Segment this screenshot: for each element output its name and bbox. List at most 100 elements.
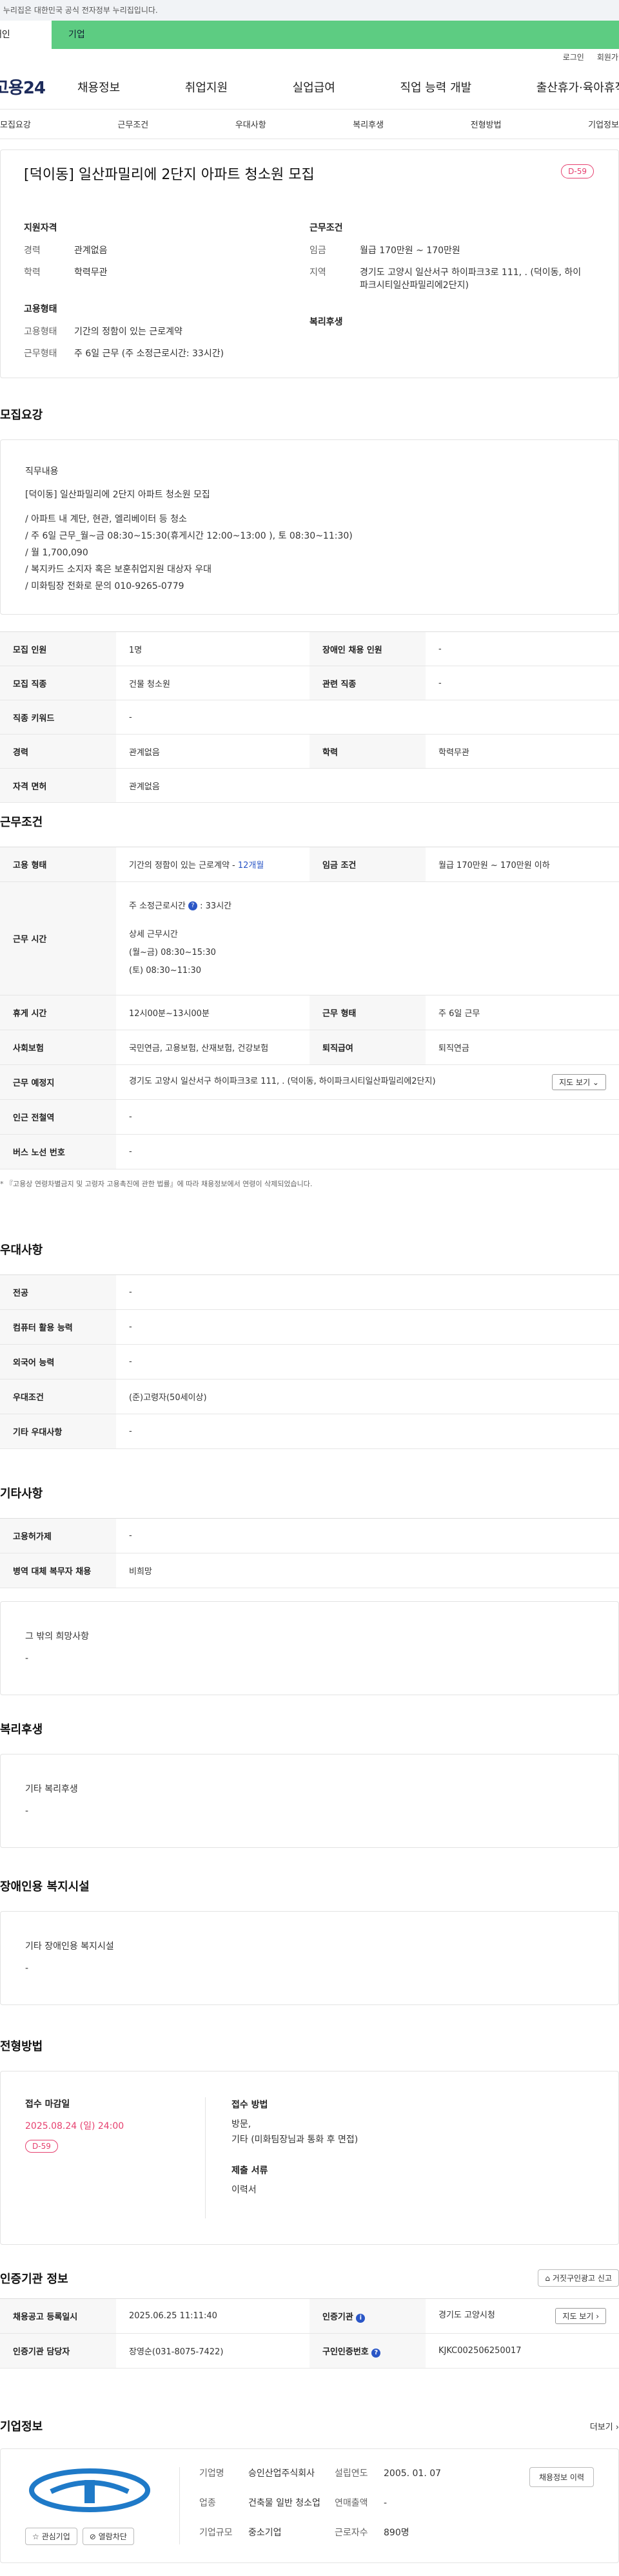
map-view-button[interactable]: 지도 보기 ⌄: [552, 1074, 606, 1090]
company-more-link[interactable]: 더보기 ›: [590, 2420, 619, 2432]
other-preference-value: -: [116, 1414, 619, 1449]
occupation-label: 모집 직종: [0, 666, 116, 700]
register-date-label: 채용공고 등록일시: [0, 2298, 116, 2334]
favorite-company-button[interactable]: ☆ 관심기업: [25, 2528, 77, 2545]
logo[interactable]: 고용24: [0, 75, 58, 99]
deadline-heading: 접수 마감일: [25, 2099, 70, 2110]
job-summary-card: [덕이동] 일산파밀리에 2단지 아파트 청소원 모집 D-59 지원자격 경력…: [0, 149, 619, 378]
preference-condition-label: 우대조건: [0, 1379, 116, 1414]
gnb-item-jobs[interactable]: 채용정보: [77, 79, 120, 95]
selection-box: 접수 마감일 2025.08.24 (일) 24:00 D-59 접수 방법 방…: [0, 2071, 619, 2245]
career-label: 경력: [0, 734, 116, 769]
employment-type-label: 고용 형태: [0, 847, 116, 882]
documents-value: 이력서: [231, 2185, 257, 2195]
table-row: 모집 인원 1명 장애인 채용 인원 -: [0, 631, 619, 666]
weekly-hours-value: 33시간: [205, 901, 232, 911]
region-label: 지역: [310, 267, 326, 278]
global-nav: 고용24 채용정보 취업지원 실업급여 직업 능력 개발 출산휴가·육아휴직: [0, 64, 619, 110]
military-alt-label: 병역 대체 복무자 채용: [0, 1553, 116, 1588]
login-link[interactable]: 로그인: [563, 52, 584, 62]
work-hours-label: 근무 시간: [0, 881, 116, 995]
deadline-value: 2025.08.24 (일) 24:00: [25, 2121, 124, 2131]
preference-condition-value: (준)고령자(50세이상): [116, 1379, 619, 1414]
company-size-value: 중소기업: [248, 2528, 282, 2538]
retirement-label: 퇴직급여: [310, 1030, 426, 1065]
table-row: 인증기관 담당자 장영순(031-8075-7422) 구인인증번호 ? KJK…: [0, 2333, 619, 2369]
tab-company[interactable]: 기업정보: [588, 118, 619, 130]
block-icon: ⊘: [89, 2532, 99, 2541]
job-title: [덕이동] 일산파밀리에 2단지 아파트 청소원 모집: [24, 167, 315, 183]
table-row: 모집 직종 건물 청소원 관련 직종 -: [0, 666, 619, 700]
computer-skill-value: -: [116, 1309, 619, 1345]
rest-time-label: 휴게 시간: [0, 995, 116, 1030]
employment-type-heading: 고용형태: [24, 304, 57, 314]
related-occupation-value: -: [426, 666, 619, 700]
license-label: 자격 면허: [0, 768, 116, 803]
cert-number-label: 구인인증번호 ?: [310, 2333, 426, 2369]
recruit-count-label: 모집 인원: [0, 631, 116, 666]
wage-condition-value: 월급 170만원 ~ 170만원 이하: [426, 847, 619, 882]
info-icon[interactable]: i: [356, 2313, 366, 2323]
info-icon[interactable]: ?: [371, 2348, 381, 2358]
disabled-facility-value: -: [25, 1963, 29, 1974]
company-section-title: 기업정보: [0, 2420, 43, 2434]
welfare-section-title: 복리후생: [0, 1723, 43, 1736]
retirement-value: 퇴직연금: [426, 1030, 619, 1065]
company-info-grid: 기업명 승인산업주식회사 설립연도 2005. 01. 07 업종 건축물 일반…: [180, 2467, 467, 2544]
tab-welfare[interactable]: 복리후생: [353, 118, 384, 130]
computer-skill-label: 컴퓨터 활용 능력: [0, 1309, 116, 1345]
bus-value: -: [116, 1134, 619, 1169]
recruit-history-button[interactable]: 채용정보 이력: [529, 2467, 594, 2487]
gnb-menu: 채용정보 취업지원 실업급여 직업 능력 개발 출산휴가·육아휴직: [58, 79, 619, 95]
major-label: 전공: [0, 1274, 116, 1310]
wage-condition-label: 임금 조건: [310, 847, 426, 882]
join-link[interactable]: 회원가입: [597, 52, 619, 62]
method-line: 기타 (미화팀장님과 통화 후 면접): [231, 2135, 359, 2145]
work-hours-value: 주 소정근로시간 ? : 33시간 상세 근무시간 (월~금) 08:30~15…: [116, 881, 619, 995]
block-view-button[interactable]: ⊘ 열람차단: [82, 2528, 134, 2545]
qualification-heading: 지원자격: [24, 223, 57, 233]
disabled-facility-section-title: 장애인용 복지시설: [0, 1880, 90, 1894]
tab-recruit[interactable]: 모집요강: [0, 118, 31, 130]
preference-table: 전공 - 컴퓨터 활용 능력 - 외국어 능력 - 우대조건 (준)고령자(50세이상)…: [0, 1274, 619, 1449]
sales-label: 연매출액: [335, 2498, 368, 2508]
gnb-item-training[interactable]: 직업 능력 개발: [400, 79, 471, 95]
tab-company[interactable]: 기업: [52, 21, 619, 49]
table-row: 근무 시간 주 소정근로시간 ? : 33시간 상세 근무시간 (월~금) 08…: [0, 881, 619, 995]
age-notice: * 『고용상 연령차별금지 및 고령자 고용촉진에 관한 법률』에 따라 채용정…: [0, 1180, 313, 1188]
saturday-hours: (토) 08:30~11:30: [129, 965, 202, 976]
method-line: 방문,: [231, 2119, 251, 2129]
founded-value: 2005. 01. 07: [384, 2468, 442, 2479]
gnb-item-employment-support[interactable]: 취업지원: [185, 79, 228, 95]
welfare-box: 기타 복리후생 -: [0, 1754, 619, 1848]
other-wishes-heading: 그 밖의 희망사항: [25, 1631, 90, 1642]
company-card: ☆ 관심기업 ⊘ 열람차단 기업명 승인산업주식회사 설립연도 2005. 01…: [0, 2448, 619, 2563]
career-label: 경력: [24, 245, 41, 256]
info-icon[interactable]: ?: [188, 901, 197, 910]
education-label: 학력: [24, 267, 41, 278]
table-row: 병역 대체 복무자 채용 비희망: [0, 1553, 619, 1588]
work-type-value: 주 6일 근무 (주 소정근로시간: 33시간): [74, 349, 224, 359]
cert-number-value: KJKC002506250017: [426, 2333, 619, 2369]
etc-section-title: 기타사항: [0, 1487, 43, 1501]
work-condition-heading: 근무조건: [310, 223, 343, 233]
tab-preference[interactable]: 우대사항: [235, 118, 266, 130]
tab-conditions[interactable]: 근무조건: [117, 118, 148, 130]
table-row: 자격 면허 관계없음: [0, 768, 619, 803]
util-bar: 로그인 회원가입: [0, 49, 619, 64]
career-value: 관계없음: [74, 245, 108, 256]
gnb-item-unemployment[interactable]: 실업급여: [293, 79, 335, 95]
job-description-line: [25, 503, 594, 511]
dday-badge: D-59: [561, 164, 594, 178]
rest-time-value: 12시00분~13시00분: [116, 995, 310, 1030]
detail-hours-label: 상세 근무시간: [129, 929, 178, 939]
gnb-item-leave[interactable]: 출산휴가·육아휴직: [536, 79, 619, 95]
agency-map-button[interactable]: 지도 보기 ›: [555, 2308, 606, 2324]
deadline-panel: 접수 마감일 2025.08.24 (일) 24:00 D-59: [25, 2097, 206, 2218]
page: 이 누리집은 대한민국 공식 전자정부 누리집입니다. 개인 기업 로그인 회원…: [0, 0, 619, 2576]
tab-selection[interactable]: 전형방법: [471, 118, 502, 130]
method-panel: 접수 방법 방문, 기타 (미화팀장님과 통화 후 면접) 제출 서류 이력서: [206, 2097, 358, 2218]
report-false-ad-button[interactable]: ⌂ 거짓구인광고 신고: [538, 2269, 619, 2287]
tab-personal[interactable]: 개인: [0, 21, 52, 49]
job-description-box: 직무내용 [덕이동] 일산파밀리에 2단지 아파트 청소원 모집 / 아파트 내…: [0, 439, 619, 615]
